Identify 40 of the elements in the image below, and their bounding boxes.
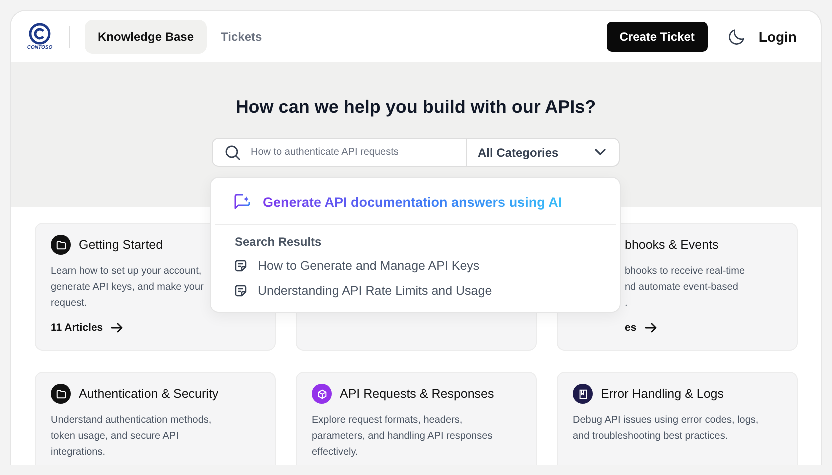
moon-icon[interactable]	[726, 26, 747, 46]
hero-title: How can we help you build with our APIs?	[236, 97, 596, 118]
category-card[interactable]: Error Handling & Logs Debug API issues using error codes, logs, and troubleshooting best practices.	[557, 372, 798, 465]
category-card[interactable]: Authentication & Security Understand authentication methods, token usage, and secure API integrations.	[35, 372, 276, 465]
nav-tab[interactable]: Tickets	[208, 20, 276, 54]
card-description: and troubleshooting best practices.	[573, 430, 728, 444]
articles-link[interactable]: 11 Articles	[51, 322, 124, 334]
search-icon	[225, 144, 241, 160]
card-title: Error Handling & Logs	[601, 387, 724, 401]
card-title: Authentication & Security	[79, 387, 219, 401]
category-select[interactable]: All Categories	[467, 139, 619, 166]
sparkle-chat-icon	[234, 193, 252, 211]
card-description: Explore request formats, headers,	[312, 414, 463, 428]
login-button[interactable]: Login	[758, 28, 797, 44]
card-title: Getting Started	[79, 238, 164, 252]
document-icon	[235, 260, 247, 272]
card-title: bhooks & Events	[625, 238, 719, 252]
articles-link[interactable]: es	[625, 322, 657, 334]
card-description: nd automate event-based	[625, 281, 738, 295]
card-description: bhooks to receive real-time	[625, 265, 746, 279]
chevron-down-icon	[595, 149, 606, 156]
category-card[interactable]: API Requests & Responses Explore request formats, headers, parameters, and handling API responses effectively.	[296, 372, 537, 465]
card-description: token usage, and secure API	[51, 430, 179, 444]
arrow-right-icon	[111, 323, 124, 333]
logo-icon	[29, 22, 51, 44]
card-description: .	[625, 297, 628, 311]
card-description: integrations.	[51, 446, 106, 460]
card-description: Understand authentication methods,	[51, 414, 212, 428]
card-description: parameters, and handling API responses	[312, 430, 493, 444]
card-description: Learn how to set up your account,	[51, 265, 202, 279]
card-title: API Requests & Responses	[340, 387, 494, 401]
search-field[interactable]: How to authenticate API requests	[249, 146, 453, 159]
card-description: request.	[51, 297, 88, 311]
nav-tab[interactable]: Knowledge Base	[85, 20, 208, 54]
arrow-right-icon	[644, 323, 657, 333]
card-description: generate API keys, and make your	[51, 281, 204, 295]
create-ticket-button[interactable]: Create Ticket	[606, 22, 708, 52]
card-description: Debug API issues using error codes, logs,	[573, 414, 759, 428]
card-description: effectively.	[312, 446, 358, 460]
document-icon	[235, 285, 247, 297]
